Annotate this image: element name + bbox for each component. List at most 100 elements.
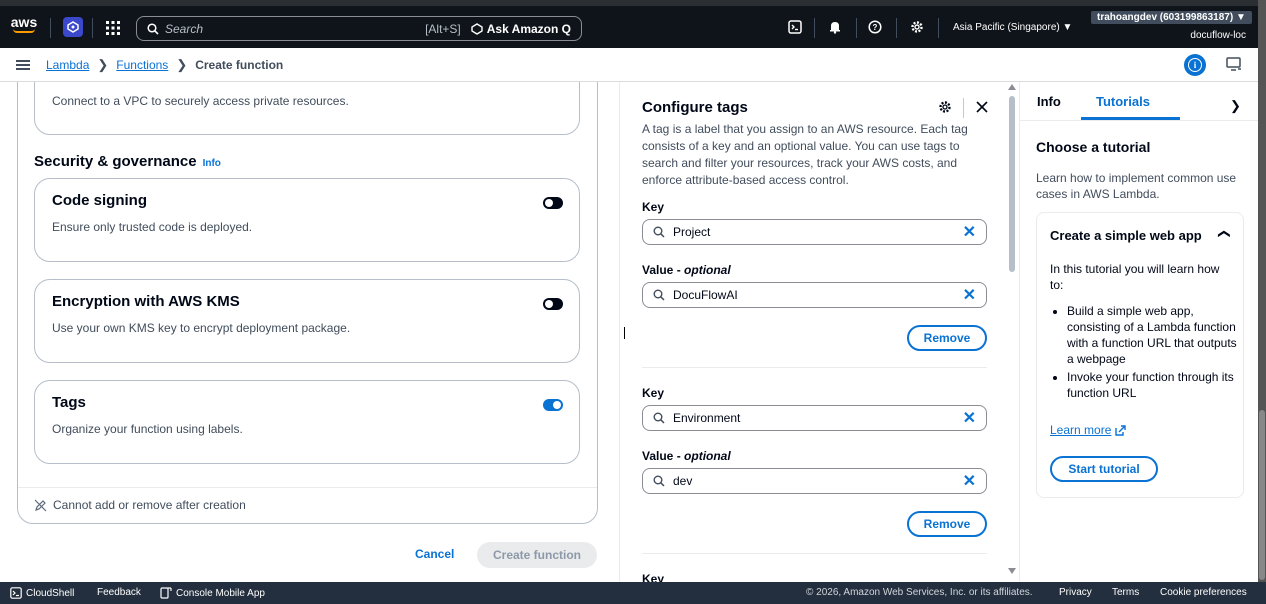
cloudshell-icon — [10, 587, 22, 599]
scroll-down-arrow-icon[interactable] — [1008, 568, 1016, 574]
tab-tutorials[interactable]: Tutorials — [1096, 94, 1150, 109]
divider — [18, 487, 597, 488]
tutorial-bullets: Build a simple web app, consisting of a … — [1067, 303, 1239, 401]
remove-tag-button[interactable]: Remove — [907, 511, 987, 537]
divider — [642, 553, 987, 554]
code-signing-toggle[interactable] — [543, 197, 563, 209]
help-icon[interactable]: ? — [866, 18, 884, 36]
scroll-up-arrow-icon[interactable] — [1008, 84, 1016, 90]
tag-key-input[interactable]: Environment ✕ — [642, 405, 987, 431]
divider — [963, 98, 964, 118]
feedback-screen-icon[interactable] — [1226, 57, 1242, 73]
clear-icon[interactable]: ✕ — [963, 222, 976, 242]
key-label: Key — [642, 200, 665, 214]
ask-amazon-q-button[interactable]: Ask Amazon Q — [471, 22, 571, 36]
breadcrumb-lambda[interactable]: Lambda — [46, 58, 89, 72]
copyright-text: © 2026, Amazon Web Services, Inc. or its… — [806, 587, 1033, 598]
settings-gear-icon[interactable] — [908, 18, 926, 36]
breadcrumb-bar: Lambda ❯ Functions ❯ Create function i — [0, 48, 1266, 82]
tag-key-input[interactable]: Project ✕ — [642, 219, 987, 245]
terms-link[interactable]: Terms — [1112, 587, 1139, 598]
window-scrollbar[interactable] — [1258, 0, 1266, 604]
console-mobile-app-link[interactable]: Console Mobile App — [160, 587, 265, 599]
tags-toggle[interactable] — [543, 399, 563, 411]
divider — [92, 18, 93, 38]
notifications-bell-icon[interactable] — [826, 18, 844, 36]
scrollbar-thumb[interactable] — [1009, 96, 1015, 272]
clear-icon[interactable]: ✕ — [963, 471, 976, 491]
chevron-right-icon: ❯ — [97, 56, 109, 72]
top-navigation-bar: aws Search [Alt+S] Ask Amazon Q ? Asia P… — [0, 0, 1266, 48]
aws-smile-icon — [13, 29, 35, 33]
divider — [814, 18, 815, 38]
cookie-preferences-link[interactable]: Cookie preferences — [1160, 587, 1247, 598]
value-label: Value - optional — [642, 449, 731, 463]
aws-logo[interactable]: aws — [8, 12, 40, 36]
immutable-notice: Cannot add or remove after creation — [34, 498, 246, 512]
scrollbar-thumb[interactable] — [1259, 410, 1265, 580]
amazon-q-app-icon[interactable] — [63, 17, 83, 37]
divider — [896, 18, 897, 38]
account-menu[interactable]: trahoangdev (603199863187) ▼ — [1091, 11, 1252, 24]
key-label: Key — [642, 572, 665, 582]
feedback-link[interactable]: Feedback — [97, 587, 141, 598]
privacy-link[interactable]: Privacy — [1059, 587, 1092, 598]
account-alias[interactable]: docuflow-loc — [1190, 30, 1246, 41]
close-icon[interactable] — [975, 100, 989, 114]
footer-bar: CloudShell Feedback Console Mobile App ©… — [0, 582, 1266, 604]
list-item: Invoke your function through its functio… — [1067, 369, 1239, 401]
create-function-form: Connect to a VPC to securely access priv… — [0, 82, 618, 582]
tab-info[interactable]: Info — [1037, 94, 1061, 109]
tags-card: Tags Organize your function using labels… — [34, 380, 580, 464]
info-circle-icon[interactable]: i — [1184, 54, 1206, 76]
search-input[interactable]: Search [Alt+S] Ask Amazon Q — [136, 16, 582, 41]
divider — [642, 367, 987, 368]
breadcrumb-functions[interactable]: Functions — [116, 58, 168, 72]
region-selector[interactable]: Asia Pacific (Singapore) ▼ — [953, 22, 1072, 33]
divider — [938, 18, 939, 38]
code-signing-card: Code signing Ensure only trusted code is… — [34, 178, 580, 262]
scrollbar[interactable] — [1008, 84, 1016, 576]
help-title: Choose a tutorial — [1036, 139, 1151, 155]
search-icon — [653, 226, 665, 238]
services-grid-icon[interactable] — [104, 19, 122, 37]
chevron-right-icon: ❯ — [176, 56, 188, 72]
cloudshell-link[interactable]: CloudShell — [10, 587, 74, 599]
clear-icon[interactable]: ✕ — [963, 408, 976, 428]
panel-description: A tag is a label that you assign to an A… — [642, 122, 968, 187]
cancel-button[interactable]: Cancel — [415, 547, 454, 561]
breadcrumb: Lambda ❯ Functions ❯ Create function — [46, 57, 283, 73]
tag-value-input[interactable]: dev ✕ — [642, 468, 987, 494]
learn-more-link[interactable]: Learn more — [1050, 423, 1127, 437]
panel-title: Configure tags — [642, 99, 748, 116]
mobile-app-icon — [160, 587, 172, 599]
search-icon — [653, 412, 665, 424]
clear-icon[interactable]: ✕ — [963, 285, 976, 305]
divider — [856, 18, 857, 38]
chevron-up-icon[interactable]: ❯ — [1216, 229, 1230, 239]
kms-encryption-card: Encryption with AWS KMS Use your own KMS… — [34, 279, 580, 363]
help-panel: Info Tutorials ❯ Choose a tutorial Learn… — [1019, 82, 1259, 582]
hamburger-menu-icon[interactable] — [16, 59, 30, 70]
value-label: Value - optional — [642, 263, 731, 277]
search-icon — [653, 475, 665, 487]
tabs-divider — [1020, 120, 1259, 121]
tag-value-input[interactable]: DocuFlowAI ✕ — [642, 282, 987, 308]
tutorial-title[interactable]: Create a simple web app — [1050, 228, 1202, 243]
amazon-q-icon — [471, 22, 483, 35]
cloudshell-icon[interactable] — [786, 18, 804, 36]
list-item: Build a simple web app, consisting of a … — [1067, 303, 1239, 367]
divider — [50, 18, 51, 38]
create-function-button[interactable]: Create function — [477, 542, 597, 568]
start-tutorial-button[interactable]: Start tutorial — [1050, 456, 1158, 482]
key-label: Key — [642, 386, 665, 400]
chevron-right-icon[interactable]: ❯ — [1230, 98, 1241, 114]
search-icon — [147, 22, 159, 35]
remove-tag-button[interactable]: Remove — [907, 325, 987, 351]
configure-tags-panel: Configure tags A tag is a label that you… — [619, 82, 1019, 582]
search-icon — [653, 289, 665, 301]
vpc-card: Connect to a VPC to securely access priv… — [34, 82, 580, 135]
info-link[interactable]: Info — [203, 158, 221, 169]
kms-encryption-toggle[interactable] — [543, 298, 563, 310]
settings-gear-icon[interactable] — [938, 100, 952, 114]
